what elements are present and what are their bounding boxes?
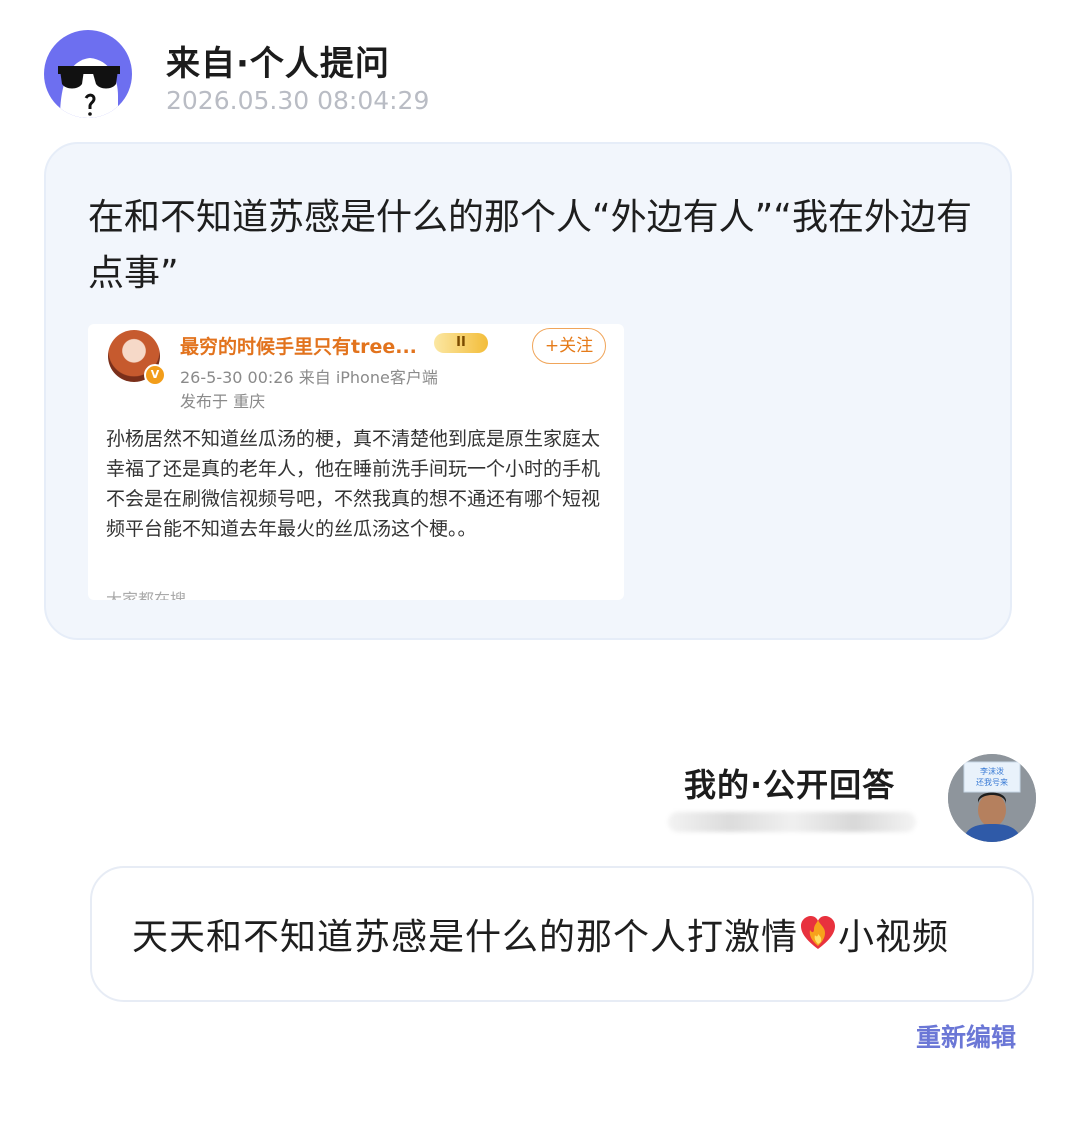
answer-label: 我的·公开回答 <box>684 766 896 804</box>
verified-badge-icon: V <box>144 364 166 386</box>
question-text: 在和不知道苏感是什么的那个人“外边有人”“我在外边有点事” <box>88 197 972 294</box>
answer-text-before: 天天和不知道苏感是什么的那个人打激情 <box>132 917 799 958</box>
sign-text-line2: 还我号来 <box>976 777 1008 787</box>
answer-text: 天天和不知道苏感是什么的那个人打激情 小视频 <box>132 908 949 962</box>
anonymous-sunglasses-icon <box>58 58 120 118</box>
weibo-post-location: 发布于 重庆 <box>180 392 266 411</box>
embedded-screenshot[interactable]: V 最穷的时候手里只有tree... II +关注 26-5-30 00:26 … <box>88 324 624 600</box>
user-photo-icon: 李沫泼 还我号来 <box>948 754 1036 842</box>
re-edit-button[interactable]: 重新编辑 <box>916 1018 1016 1054</box>
vip-crown-badge-icon: II <box>434 333 488 353</box>
weibo-cut-text: 大家都在搜 <box>106 590 187 600</box>
sign-text-line1: 李沫泼 <box>980 766 1004 776</box>
blurred-username <box>668 812 916 832</box>
question-timestamp: 2026.05.30 08:04:29 <box>166 86 430 115</box>
heart-on-fire-icon <box>798 913 838 962</box>
weibo-post-body: 孙杨居然不知道丝瓜汤的梗，真不清楚他到底是原生家庭太幸福了还是真的老年人，他在睡… <box>106 428 601 540</box>
answer-text-after: 小视频 <box>838 917 950 958</box>
weibo-post-meta: 26-5-30 00:26 来自 iPhone客户端 <box>180 368 438 387</box>
follow-button: +关注 <box>532 328 606 364</box>
my-avatar[interactable]: 李沫泼 还我号来 <box>948 754 1036 842</box>
question-source-label: 来自·个人提问 <box>166 44 390 84</box>
questioner-avatar[interactable] <box>44 30 132 118</box>
weibo-author-name: 最穷的时候手里只有tree... <box>180 336 417 358</box>
